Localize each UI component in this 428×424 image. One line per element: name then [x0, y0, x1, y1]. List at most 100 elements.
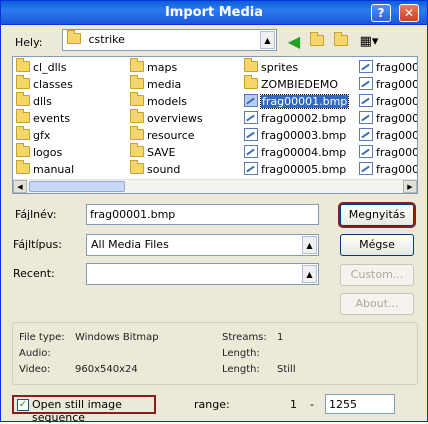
range-start: 1 — [290, 398, 297, 411]
folder-list-item[interactable]: sprites — [244, 58, 299, 76]
folder-up-icon[interactable] — [307, 32, 327, 52]
item-name: maps — [147, 61, 178, 74]
chevron-down-icon[interactable]: ▲ — [302, 236, 317, 254]
file-list-item[interactable]: frag00001.bmp — [244, 94, 350, 110]
file-list-item[interactable]: frag000 — [359, 94, 417, 110]
folder-icon — [130, 58, 144, 72]
file-list-item[interactable]: frag00002.bmp — [244, 111, 346, 127]
about-button[interactable]: About... — [340, 293, 414, 315]
item-name: frag000 — [376, 129, 418, 142]
folder-icon — [244, 58, 258, 72]
folder-icon — [130, 109, 144, 123]
filename-field[interactable]: frag00001.bmp — [86, 204, 319, 225]
item-name: frag00004.bmp — [261, 146, 347, 159]
scroll-left-icon[interactable]: ◀ — [13, 180, 27, 193]
item-name: sound — [147, 163, 181, 176]
bitmap-file-icon — [244, 162, 258, 175]
view-menu-icon[interactable]: ▦▾ — [356, 32, 382, 52]
filetype-value: All Media Files — [91, 238, 169, 251]
checkmark-icon[interactable]: ✓ — [17, 399, 29, 411]
file-list-item[interactable]: frag000 — [359, 111, 417, 127]
folder-icon — [16, 143, 30, 157]
import-media-dialog: Import Media ? ✕ Hely: cstrike ▲ ◀ ▦▾ cl… — [0, 0, 428, 424]
item-name: resource — [147, 129, 195, 142]
media-info-group: File type: Windows Bitmap Audio: Video: … — [12, 322, 418, 385]
folder-icon — [130, 126, 144, 140]
folder-list-item[interactable]: resource — [130, 126, 195, 144]
folder-list-item[interactable]: ZOMBIEDEMO — [244, 75, 338, 93]
folder-list-item[interactable]: classes — [16, 75, 73, 93]
folder-list-item[interactable]: maps — [130, 58, 178, 76]
filetype-label: Fájltípus: — [13, 238, 62, 251]
folder-list-item[interactable]: manual — [16, 160, 74, 178]
item-name: sprites — [261, 61, 299, 74]
item-name: models — [147, 95, 187, 108]
file-list-item[interactable]: frag00003.bmp — [244, 128, 346, 144]
bitmap-file-icon — [244, 128, 258, 141]
open-sequence-label: Open still image sequence — [32, 398, 122, 424]
close-button[interactable]: ✕ — [399, 4, 419, 22]
item-name: classes — [33, 78, 73, 91]
file-list-item[interactable]: frag000 — [359, 145, 418, 161]
item-name: frag00001.bmp — [259, 94, 350, 109]
folder-icon — [67, 30, 81, 44]
item-name: frag000 — [376, 61, 418, 74]
location-value-wrap: cstrike — [67, 30, 125, 46]
folder-list-item[interactable]: logos — [16, 143, 62, 161]
title-bar[interactable]: Import Media ? ✕ — [1, 1, 427, 25]
length-value-2: Still — [277, 364, 296, 375]
file-list[interactable]: cl_dllsclasses dlls events gfx logos manual m… — [12, 56, 418, 194]
folder-list-item[interactable]: media — [130, 75, 182, 93]
location-value: cstrike — [88, 33, 125, 46]
folder-icon — [130, 143, 144, 157]
folder-icon — [16, 160, 30, 174]
horizontal-scrollbar[interactable]: ◀ ▶ — [13, 179, 417, 193]
item-name: events — [33, 112, 71, 125]
item-name: frag00005.bmp — [261, 163, 347, 176]
folder-list-item[interactable]: models — [130, 92, 187, 110]
folder-list-item[interactable]: SAVE — [130, 143, 175, 161]
location-combo[interactable]: cstrike ▲ — [62, 29, 277, 51]
open-sequence-checkbox[interactable]: ✓ Open still image sequence — [12, 395, 156, 424]
folder-icon — [130, 75, 144, 89]
scroll-right-icon[interactable]: ▶ — [403, 180, 417, 193]
file-list-item[interactable]: frag00005.bmp — [244, 162, 346, 178]
new-folder-icon[interactable] — [331, 32, 351, 52]
file-list-item[interactable]: frag000 — [359, 77, 418, 93]
range-dash: - — [310, 398, 314, 411]
file-list-item[interactable]: frag000 — [359, 128, 418, 144]
window-title: Import Media — [164, 5, 264, 20]
item-name: media — [147, 78, 182, 91]
help-button[interactable]: ? — [371, 4, 391, 22]
folder-icon — [130, 160, 144, 174]
back-icon[interactable]: ◀ — [284, 32, 304, 52]
filename-value: frag00001.bmp — [90, 208, 176, 221]
folder-list-item[interactable]: dlls — [16, 92, 52, 110]
item-name: overviews — [147, 112, 203, 125]
recent-select[interactable]: ▲ — [86, 263, 319, 285]
item-name: frag000 — [376, 146, 418, 159]
chevron-down-icon[interactable]: ▲ — [260, 31, 275, 49]
cancel-button[interactable]: Mégse — [340, 234, 414, 256]
item-name: frag00002.bmp — [261, 112, 347, 125]
folder-icon — [16, 126, 30, 140]
range-end-field[interactable]: 1255 — [325, 394, 395, 414]
folder-list-item[interactable]: gfx — [16, 126, 50, 144]
length-label-2: Length: — [222, 364, 260, 375]
folder-list-item[interactable]: events — [16, 109, 71, 127]
scroll-thumb[interactable] — [29, 181, 125, 192]
folder-list-item[interactable]: cl_dlls — [16, 58, 66, 76]
folder-list-item[interactable]: overviews — [130, 109, 203, 127]
file-list-item[interactable]: frag000 — [359, 162, 417, 178]
file-list-item[interactable]: frag00004.bmp — [244, 145, 346, 161]
item-name: frag000 — [376, 78, 418, 91]
filetype-select[interactable]: All Media Files ▲ — [86, 234, 319, 256]
folder-list-item[interactable]: sound — [130, 160, 181, 178]
folder-icon — [244, 75, 258, 89]
file-list-item[interactable]: frag000 — [359, 60, 418, 76]
chevron-down-icon[interactable]: ▲ — [302, 265, 317, 283]
item-name: dlls — [33, 95, 52, 108]
folder-icon — [16, 58, 30, 72]
custom-button[interactable]: Custom... — [340, 264, 414, 286]
open-button[interactable]: Megnyitás — [340, 204, 414, 226]
